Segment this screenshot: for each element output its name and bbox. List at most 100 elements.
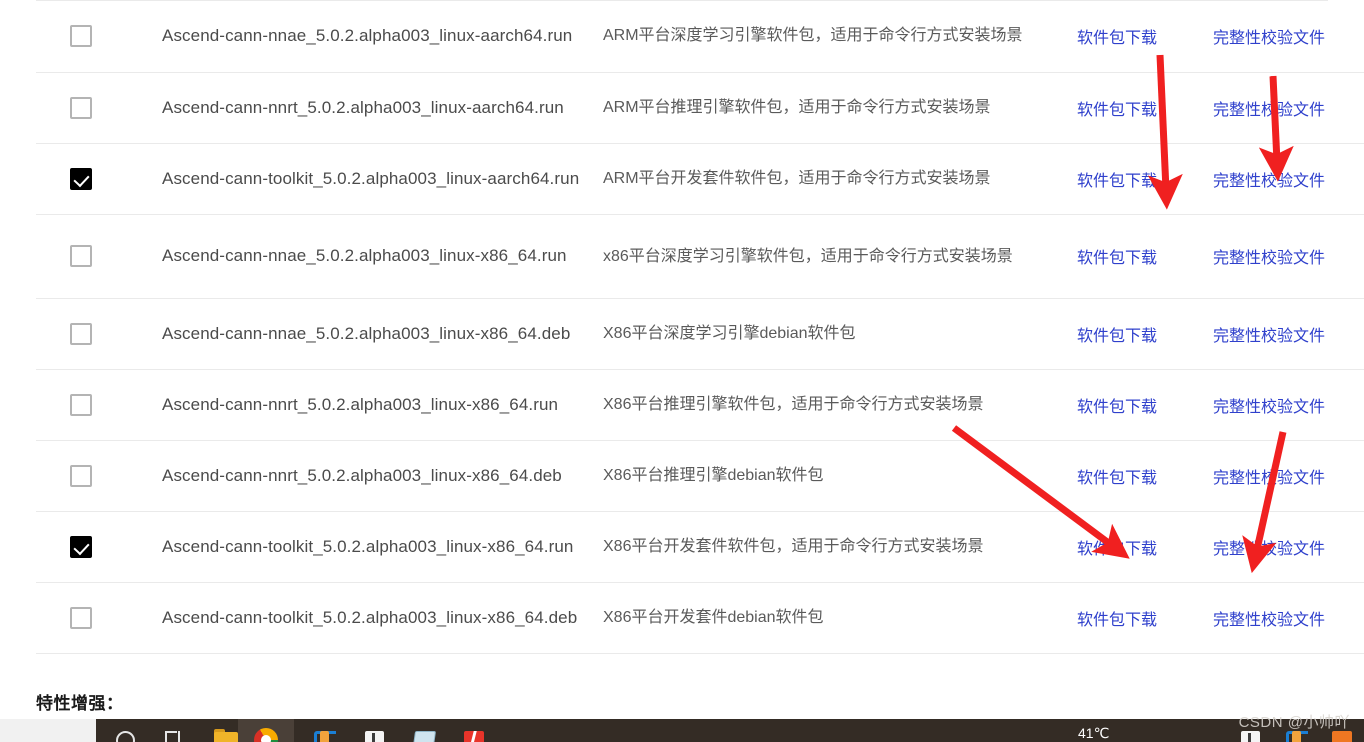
package-description: X86平台开发套件软件包，适用于命令行方式安装场景 <box>603 538 984 555</box>
row-checkbox[interactable] <box>70 464 92 487</box>
checksum-link[interactable]: 完整性校验文件 <box>1213 399 1325 416</box>
package-filename: Ascend-cann-nnrt_5.0.2.alpha003_linux-x8… <box>162 394 559 414</box>
download-link[interactable]: 软件包下载 <box>1073 541 1157 558</box>
row-checkbox-cell[interactable] <box>36 369 116 440</box>
row-checksum-cell[interactable]: 完整性校验文件 <box>1213 0 1364 72</box>
checksum-link[interactable]: 完整性校验文件 <box>1213 328 1325 345</box>
taskbar-icon-group-2[interactable] <box>294 719 486 742</box>
row-checkbox-cell[interactable] <box>36 143 116 214</box>
row-checkbox[interactable] <box>70 245 92 267</box>
taskbar-main[interactable]: 41℃ <box>96 719 1364 742</box>
row-download-cell[interactable]: 软件包下载 <box>1073 0 1213 72</box>
table-row[interactable]: Ascend-cann-nnrt_5.0.2.alpha003_linux-x8… <box>36 440 1364 511</box>
row-checksum-cell[interactable]: 完整性校验文件 <box>1213 143 1364 214</box>
row-description-cell: x86平台深度学习引擎软件包，适用于命令行方式安装场景 <box>603 214 1073 298</box>
table-row[interactable]: Ascend-cann-nnrt_5.0.2.alpha003_linux-x8… <box>36 369 1364 440</box>
blue-app-icon[interactable] <box>312 719 336 742</box>
checksum-link[interactable]: 完整性校验文件 <box>1213 30 1325 47</box>
search-icon[interactable] <box>114 719 138 742</box>
row-checksum-cell[interactable]: 完整性校验文件 <box>1213 214 1364 298</box>
checksum-link[interactable]: 完整性校验文件 <box>1213 612 1325 629</box>
download-link[interactable]: 软件包下载 <box>1073 612 1157 629</box>
row-checksum-cell[interactable]: 完整性校验文件 <box>1213 511 1364 582</box>
row-download-cell[interactable]: 软件包下载 <box>1073 440 1213 511</box>
row-checksum-cell[interactable]: 完整性校验文件 <box>1213 582 1364 653</box>
row-checkbox-cell[interactable] <box>36 298 116 369</box>
row-checkbox-cell[interactable] <box>36 214 116 298</box>
row-checkbox[interactable] <box>70 96 92 119</box>
row-checkbox-cell[interactable] <box>36 582 116 653</box>
table-row[interactable]: Ascend-cann-nnae_5.0.2.alpha003_linux-x8… <box>36 214 1364 298</box>
row-download-cell[interactable]: 软件包下载 <box>1073 143 1213 214</box>
row-filename-cell: Ascend-cann-nnrt_5.0.2.alpha003_linux-x8… <box>116 440 603 511</box>
row-checkbox[interactable] <box>70 393 92 416</box>
task-view-icon[interactable] <box>164 719 188 742</box>
row-download-cell[interactable]: 软件包下载 <box>1073 369 1213 440</box>
row-description-cell: X86平台开发套件软件包，适用于命令行方式安装场景 <box>603 511 1073 582</box>
package-description: x86平台深度学习引擎软件包，适用于命令行方式安装场景 <box>603 247 1013 265</box>
row-checksum-cell[interactable]: 完整性校验文件 <box>1213 72 1364 143</box>
table-row[interactable]: Ascend-cann-toolkit_5.0.2.alpha003_linux… <box>36 511 1364 582</box>
checksum-link[interactable]: 完整性校验文件 <box>1213 470 1325 487</box>
row-checkbox-cell[interactable] <box>36 72 116 143</box>
document-app-icon[interactable] <box>362 719 386 742</box>
row-description-cell: X86平台推理引擎软件包，适用于命令行方式安装场景 <box>603 369 1073 440</box>
package-filename: Ascend-cann-toolkit_5.0.2.alpha003_linux… <box>162 607 578 627</box>
row-checksum-cell[interactable]: 完整性校验文件 <box>1213 298 1364 369</box>
package-filename: Ascend-cann-nnae_5.0.2.alpha003_linux-x8… <box>162 246 567 265</box>
package-description: X86平台开发套件debian软件包 <box>603 609 824 626</box>
package-description: X86平台推理引擎软件包，适用于命令行方式安装场景 <box>603 396 984 413</box>
package-description: X86平台深度学习引擎debian软件包 <box>603 325 856 342</box>
row-checksum-cell[interactable]: 完整性校验文件 <box>1213 440 1364 511</box>
taskbar-left-spacer <box>0 719 96 742</box>
row-checkbox[interactable] <box>70 322 92 345</box>
stack-app-icon[interactable] <box>412 719 436 742</box>
row-download-cell[interactable]: 软件包下载 <box>1073 214 1213 298</box>
download-link[interactable]: 软件包下载 <box>1073 102 1157 119</box>
row-checkbox[interactable] <box>70 167 92 190</box>
row-download-cell[interactable]: 软件包下载 <box>1073 582 1213 653</box>
row-checkbox[interactable] <box>70 24 92 47</box>
row-checkbox-cell[interactable] <box>36 511 116 582</box>
weather-temperature[interactable]: 41℃ <box>1078 719 1109 742</box>
section-heading: 特性增强： <box>36 694 124 713</box>
row-download-cell[interactable]: 软件包下载 <box>1073 511 1213 582</box>
package-filename: Ascend-cann-nnae_5.0.2.alpha003_linux-aa… <box>162 25 573 45</box>
checksum-link[interactable]: 完整性校验文件 <box>1213 173 1325 190</box>
csdn-watermark: CSDN @小帅吖 <box>1238 714 1350 731</box>
taskbar-icon-group[interactable] <box>96 719 238 742</box>
row-description-cell: X86平台开发套件debian软件包 <box>603 582 1073 653</box>
row-checkbox[interactable] <box>70 535 92 558</box>
download-link[interactable]: 软件包下载 <box>1073 173 1157 190</box>
checksum-link[interactable]: 完整性校验文件 <box>1213 541 1325 558</box>
download-link[interactable]: 软件包下载 <box>1073 470 1157 487</box>
row-description-cell: X86平台深度学习引擎debian软件包 <box>603 298 1073 369</box>
download-link[interactable]: 软件包下载 <box>1073 250 1157 267</box>
package-table-container: Ascend-cann-nnae_5.0.2.alpha003_linux-aa… <box>0 0 1364 680</box>
download-link[interactable]: 软件包下载 <box>1073 30 1157 47</box>
package-filename: Ascend-cann-toolkit_5.0.2.alpha003_linux… <box>162 536 574 556</box>
checksum-link[interactable]: 完整性校验文件 <box>1213 250 1325 267</box>
download-link[interactable]: 软件包下载 <box>1073 399 1157 416</box>
row-download-cell[interactable]: 软件包下载 <box>1073 72 1213 143</box>
row-checkbox[interactable] <box>70 606 92 629</box>
file-explorer-icon[interactable] <box>214 719 238 742</box>
chrome-icon[interactable] <box>254 719 278 742</box>
checksum-link[interactable]: 完整性校验文件 <box>1213 102 1325 119</box>
download-link[interactable]: 软件包下载 <box>1073 328 1157 345</box>
package-description: ARM平台深度学习引擎软件包，适用于命令行方式安装场景 <box>603 27 1023 45</box>
row-filename-cell: Ascend-cann-nnrt_5.0.2.alpha003_linux-aa… <box>116 72 603 143</box>
row-checkbox-cell[interactable] <box>36 0 116 72</box>
table-row[interactable]: Ascend-cann-toolkit_5.0.2.alpha003_linux… <box>36 143 1364 214</box>
table-row[interactable]: Ascend-cann-nnrt_5.0.2.alpha003_linux-aa… <box>36 72 1364 143</box>
red-app-icon[interactable] <box>462 719 486 742</box>
row-download-cell[interactable]: 软件包下载 <box>1073 298 1213 369</box>
row-checkbox-cell[interactable] <box>36 440 116 511</box>
chrome-taskbar-button[interactable] <box>238 719 294 742</box>
table-row[interactable]: Ascend-cann-nnae_5.0.2.alpha003_linux-x8… <box>36 298 1364 369</box>
row-checksum-cell[interactable]: 完整性校验文件 <box>1213 369 1364 440</box>
windows-taskbar[interactable]: 41℃ <box>0 719 1364 742</box>
page-root: Ascend-cann-nnae_5.0.2.alpha003_linux-aa… <box>0 0 1364 742</box>
table-row[interactable]: Ascend-cann-toolkit_5.0.2.alpha003_linux… <box>36 582 1364 653</box>
table-row[interactable]: Ascend-cann-nnae_5.0.2.alpha003_linux-aa… <box>36 0 1364 72</box>
